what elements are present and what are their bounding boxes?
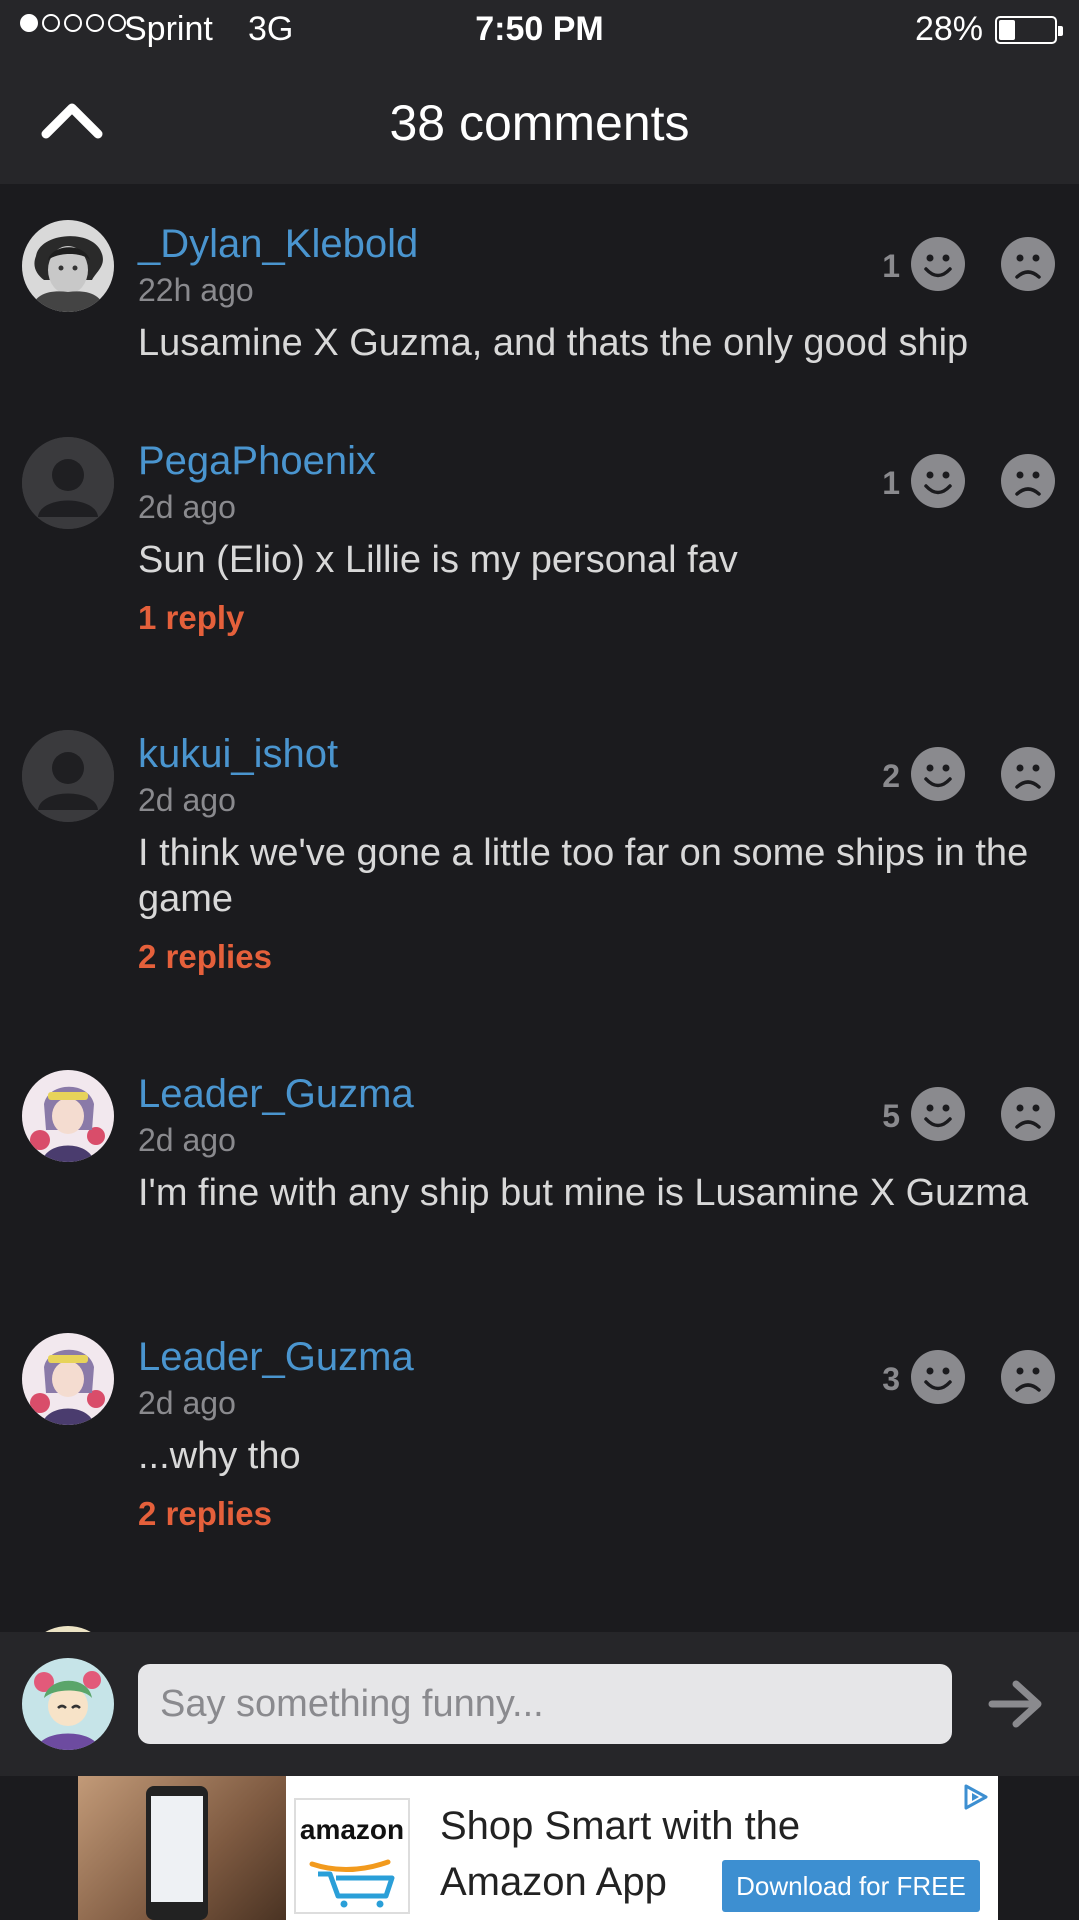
anime-avatar-icon bbox=[22, 1658, 114, 1750]
comment-list[interactable]: _Dylan_Klebold 22h ago Lusamine X Guzma,… bbox=[0, 184, 1079, 1632]
smiley-upvote-icon[interactable] bbox=[910, 1086, 966, 1142]
avatar[interactable] bbox=[22, 730, 114, 822]
battery-icon bbox=[995, 16, 1063, 44]
comment-timestamp: 2d ago bbox=[138, 782, 236, 818]
smiley-upvote-icon[interactable] bbox=[910, 1349, 966, 1405]
comment-item: kukui_ishot 2d ago I think we've gone a … bbox=[0, 694, 1079, 1004]
frown-downvote-icon[interactable] bbox=[1000, 746, 1056, 802]
default-user-icon bbox=[22, 437, 114, 529]
comment-timestamp: 2d ago bbox=[138, 1122, 236, 1158]
arrow-right-icon[interactable] bbox=[986, 1676, 1046, 1732]
download-button[interactable]: Download for FREE bbox=[722, 1860, 980, 1912]
comment-composer bbox=[0, 1632, 1079, 1776]
avatar[interactable] bbox=[22, 1658, 114, 1750]
comment-username[interactable]: kukui_ishot bbox=[138, 732, 338, 777]
like-count: 1 bbox=[882, 465, 900, 501]
comment-username[interactable]: PegaPhoenix bbox=[138, 439, 376, 484]
like-count: 1 bbox=[882, 248, 900, 284]
battery-percent: 28% bbox=[914, 10, 983, 48]
smiley-upvote-icon[interactable] bbox=[910, 236, 966, 292]
default-user-icon bbox=[22, 730, 114, 822]
replies-link[interactable]: 1 reply bbox=[138, 599, 244, 637]
comment-timestamp: 22h ago bbox=[138, 272, 254, 308]
frown-downvote-icon[interactable] bbox=[1000, 1349, 1056, 1405]
comment-timestamp: 2d ago bbox=[138, 489, 236, 525]
user-photo-icon bbox=[22, 220, 114, 312]
frown-downvote-icon[interactable] bbox=[1000, 1086, 1056, 1142]
like-count: 5 bbox=[882, 1098, 900, 1134]
avatar[interactable] bbox=[22, 1070, 114, 1162]
replies-link[interactable]: 2 replies bbox=[138, 1495, 272, 1533]
phone-image bbox=[146, 1786, 208, 1920]
comment-text: ...why tho bbox=[138, 1435, 301, 1477]
comment-text: Lusamine X Guzma, and thats the only goo… bbox=[138, 322, 969, 364]
anime-avatar-icon bbox=[22, 1333, 114, 1425]
comment-text: I think we've gone a little too far on s… bbox=[138, 832, 1029, 920]
replies-link[interactable]: 2 replies bbox=[138, 938, 272, 976]
avatar[interactable] bbox=[22, 220, 114, 312]
like-count: 3 bbox=[882, 1361, 900, 1397]
avatar[interactable] bbox=[22, 1333, 114, 1425]
comment-item: Leader_Guzma 2d ago I'm fine with any sh… bbox=[0, 1034, 1079, 1274]
comment-input[interactable] bbox=[138, 1664, 952, 1744]
like-count: 2 bbox=[882, 758, 900, 794]
smiley-upvote-icon[interactable] bbox=[910, 746, 966, 802]
avatar[interactable] bbox=[22, 437, 114, 529]
comment-item: PegaPhoenix 2d ago Sun (Elio) x Lillie i… bbox=[0, 401, 1079, 667]
amazon-logo: amazon bbox=[294, 1798, 410, 1914]
comment-username[interactable]: Leader_Guzma bbox=[138, 1335, 414, 1380]
ad-banner[interactable]: amazon Shop Smart with the Amazon App Do… bbox=[78, 1776, 998, 1920]
comment-item: _Dylan_Klebold 22h ago Lusamine X Guzma,… bbox=[0, 184, 1079, 380]
anime-avatar-icon bbox=[22, 1070, 114, 1162]
frown-downvote-icon[interactable] bbox=[1000, 236, 1056, 292]
comment-username[interactable]: _Dylan_Klebold bbox=[138, 222, 418, 267]
comment-text: Sun (Elio) x Lillie is my personal fav bbox=[138, 539, 738, 581]
page-title: 38 comments bbox=[389, 95, 690, 151]
smiley-upvote-icon[interactable] bbox=[910, 453, 966, 509]
comment-text: I'm fine with any ship but mine is Lusam… bbox=[138, 1172, 1029, 1214]
comment-item: Leader_Guzma 2d ago ...why tho 2 replies… bbox=[0, 1297, 1079, 1563]
adchoices-icon[interactable] bbox=[960, 1782, 990, 1812]
comments-header: 38 comments bbox=[0, 60, 1079, 184]
shopping-cart-icon bbox=[309, 1859, 395, 1908]
frown-downvote-icon[interactable] bbox=[1000, 453, 1056, 509]
comment-username[interactable]: Leader_Guzma bbox=[138, 1072, 414, 1117]
status-bar: Sprint 3G 7:50 PM 28% bbox=[0, 0, 1079, 60]
comment-timestamp: 2d ago bbox=[138, 1385, 236, 1421]
ad-photo bbox=[78, 1776, 286, 1920]
